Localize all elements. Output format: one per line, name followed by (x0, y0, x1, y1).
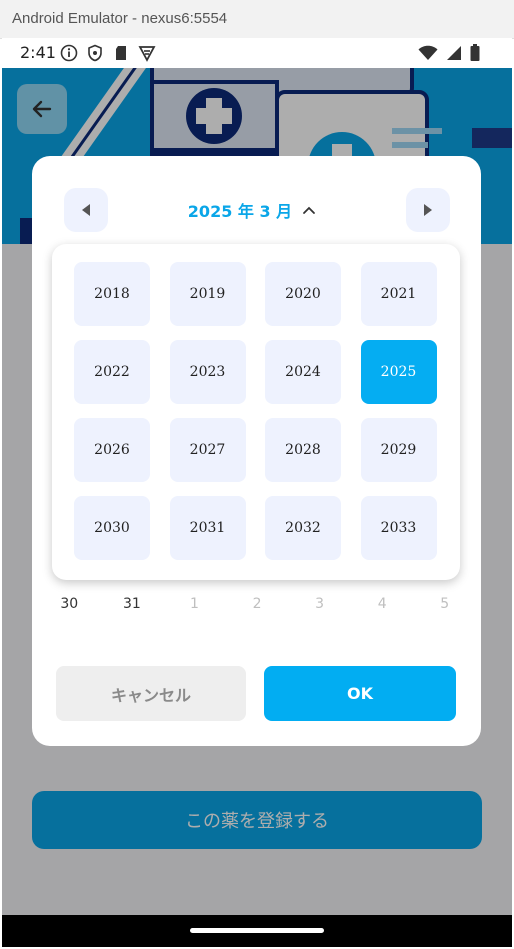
system-navigation-bar (2, 915, 512, 947)
year-option-2028[interactable]: 2028 (265, 418, 341, 482)
sd-card-icon (116, 46, 126, 60)
calendar-day[interactable]: 31 (101, 596, 164, 618)
month-year-toggle[interactable]: 2025 年 3 月 (152, 188, 352, 232)
emulator-title: Android Emulator - nexus6:5554 (12, 10, 228, 27)
year-option-2024[interactable]: 2024 (265, 340, 341, 404)
calendar-day: 4 (377, 596, 387, 612)
year-option-2029[interactable]: 2029 (360, 418, 437, 482)
status-time: 2:41 (20, 43, 56, 62)
home-gesture-handle[interactable] (190, 928, 324, 933)
previous-month-button[interactable] (64, 188, 108, 232)
triangle-right-icon (424, 204, 432, 216)
shield-icon (88, 44, 102, 62)
info-icon (60, 44, 78, 62)
year-option-2033[interactable]: 2033 (360, 496, 437, 560)
calendar-day-row: 30 31 1 2 3 4 5 (38, 596, 476, 618)
date-picker-dialog: 2025 年 3 月 30 31 1 2 3 4 5 2018 2019 2020 2021 202… (32, 156, 481, 746)
year-option-2025[interactable]: 2025 (360, 340, 437, 404)
year-option-2026[interactable]: 2026 (74, 418, 150, 482)
year-selector-popup: 2018 2019 2020 2021 2022 2023 2024 2025 2026 2027… (52, 244, 460, 580)
calendar-day: 5 (440, 596, 450, 612)
calendar-day: 1 (189, 596, 199, 612)
current-month-label: 2025 年 3 月 (187, 202, 293, 221)
year-option-2030[interactable]: 2030 (74, 496, 150, 560)
ok-button[interactable]: OK (264, 666, 456, 721)
year-option-2021[interactable]: 2021 (360, 262, 437, 326)
year-option-2022[interactable]: 2022 (74, 340, 150, 404)
triangle-left-icon (82, 204, 90, 216)
wifi-icon (418, 45, 438, 60)
year-option-2023[interactable]: 2023 (169, 340, 246, 404)
year-option-2027[interactable]: 2027 (169, 418, 246, 482)
year-option-2020[interactable]: 2020 (265, 262, 341, 326)
device-screen: 2:41 この薬を登録する 2025 年 3 月 30 31 1 2 3 4 5… (2, 38, 512, 947)
year-option-2031[interactable]: 2031 (169, 496, 246, 560)
year-option-2018[interactable]: 2018 (74, 262, 150, 326)
emulator-title-bar: Android Emulator - nexus6:5554 (0, 0, 514, 39)
year-option-2032[interactable]: 2032 (265, 496, 341, 560)
cancel-button[interactable]: キャンセル (56, 666, 246, 721)
signal-icon (447, 45, 461, 60)
calendar-day[interactable]: 30 (38, 596, 101, 618)
chevron-up-icon (303, 206, 316, 214)
battery-icon (470, 44, 480, 61)
next-month-button[interactable] (406, 188, 450, 232)
calendar-day: 3 (315, 596, 325, 612)
vpn-icon (138, 46, 156, 62)
year-option-2019[interactable]: 2019 (169, 262, 246, 326)
status-bar: 2:41 (2, 38, 512, 68)
calendar-day: 2 (252, 596, 262, 612)
